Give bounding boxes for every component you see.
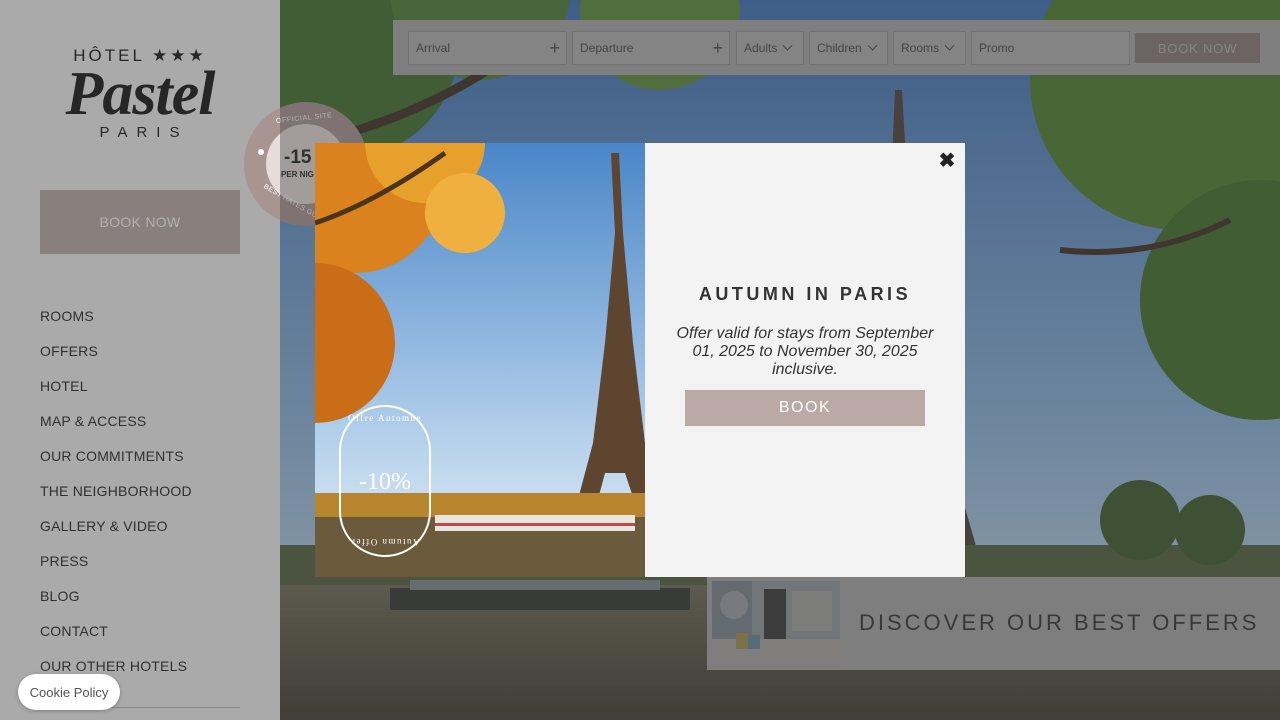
sidebar-book-now-button[interactable]: BOOK NOW [40, 190, 240, 254]
nav-item-neighborhood[interactable]: THE NEIGHBORHOOD [40, 481, 240, 516]
sidebar: HÔTEL ★★★ Pastel PARIS BOOK NOW ROOMS OF… [0, 0, 280, 720]
promo-badge-value: -10% [359, 469, 411, 495]
modal-offer-text: Offer valid for stays from September 01,… [676, 325, 934, 378]
nav-item-contact[interactable]: CONTACT [40, 621, 240, 656]
promo-badge-arc-bottom: Autumn Offer [350, 537, 420, 547]
nav-item-rooms[interactable]: ROOMS [40, 306, 240, 341]
logo-line-name: Pastel [65, 60, 216, 128]
hotel-logo[interactable]: HÔTEL ★★★ Pastel PARIS [40, 46, 240, 150]
badge-dot [258, 149, 264, 155]
modal-image: Offre Automne -10% Autumn Offer [315, 143, 645, 577]
nav-item-our-commitments[interactable]: OUR COMMITMENTS [40, 446, 240, 481]
nav-item-map-access[interactable]: MAP & ACCESS [40, 411, 240, 446]
nav-item-offers[interactable]: OFFERS [40, 341, 240, 376]
nav-item-gallery-video[interactable]: GALLERY & VIDEO [40, 516, 240, 551]
cookie-policy-button[interactable]: Cookie Policy [18, 674, 120, 710]
close-icon[interactable]: ✖ [937, 151, 957, 171]
modal-title: AUTUMN IN PARIS [698, 284, 912, 304]
promo-badge-arc-top: Offre Automne [347, 413, 423, 423]
nav-item-blog[interactable]: BLOG [40, 586, 240, 621]
main-nav: ROOMS OFFERS HOTEL MAP & ACCESS OUR COMM… [40, 306, 240, 691]
modal-book-button[interactable]: BOOK [685, 390, 925, 426]
nav-item-press[interactable]: PRESS [40, 551, 240, 586]
autumn-offer-modal: Offre Automne -10% Autumn Offer ✖ AUTUMN… [315, 143, 965, 577]
nav-item-hotel[interactable]: HOTEL [40, 376, 240, 411]
autumn-offer-badge: Offre Automne -10% Autumn Offer [339, 405, 431, 557]
